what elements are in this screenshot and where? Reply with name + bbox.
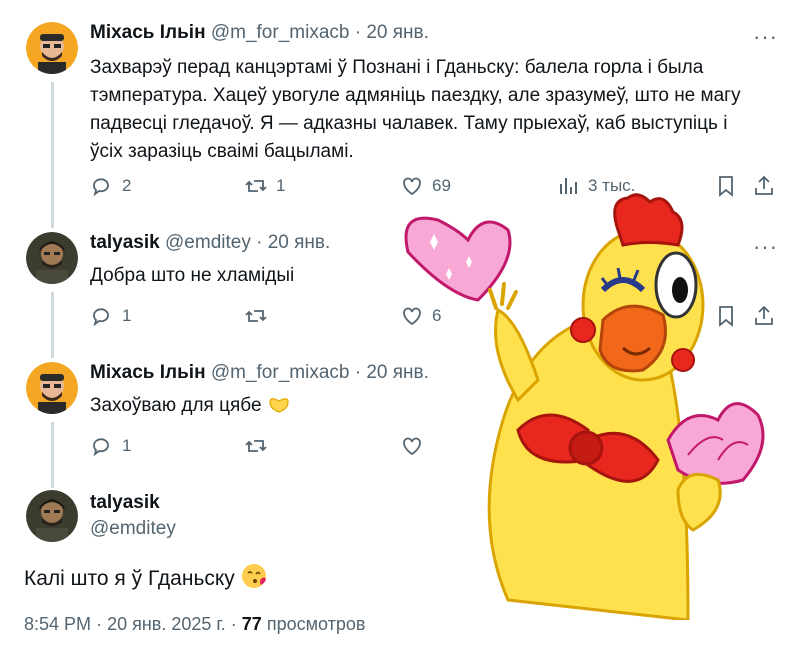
author-name[interactable]: talyasik	[90, 492, 176, 514]
kissing-face-icon	[241, 564, 266, 588]
main-tweet-text-content: Калі што я ў Гданьску	[24, 567, 235, 590]
reply-icon	[93, 308, 109, 327]
tweet-date[interactable]: 20 янв.	[366, 22, 429, 43]
reply-icon	[93, 438, 109, 457]
reply-icon	[93, 178, 109, 197]
reply-button[interactable]: 1	[90, 304, 131, 328]
author-name[interactable]: Міхась Ільін	[90, 22, 206, 43]
author-handle[interactable]: @m_for_mixacb	[211, 362, 350, 383]
repost-icon	[245, 310, 267, 322]
main-tweet-text: Калі што я ў Гданьску	[24, 563, 267, 591]
separator-dot: ·	[96, 614, 103, 634]
separator-dot: ·	[354, 22, 362, 43]
thread-line	[51, 292, 54, 358]
avatar[interactable]	[26, 232, 78, 284]
tweet-header: talyasik @emditey · 20 янв.	[90, 232, 330, 254]
main-tweet-header: talyasik @emditey	[90, 492, 176, 540]
author-handle[interactable]: @emditey	[165, 232, 251, 253]
chicken-sticker-image	[399, 193, 777, 620]
thread-line	[51, 82, 54, 228]
thread-line	[51, 422, 54, 488]
separator-dot: ·	[354, 362, 362, 383]
author-handle[interactable]: @emditey	[90, 518, 176, 540]
author-handle[interactable]: @m_for_mixacb	[211, 22, 350, 43]
reply-button[interactable]: 2	[90, 174, 131, 198]
avatar[interactable]	[26, 22, 78, 74]
author-name[interactable]: Міхась Ільін	[90, 362, 206, 383]
main-tweet-meta: 8:54 PM · 20 янв. 2025 г. · 77 просмотро…	[24, 614, 365, 635]
repost-icon	[245, 440, 267, 452]
reply-count: 1	[122, 306, 132, 325]
tweet-text: Захварэў перад канцэртамі ў Познані і Гд…	[90, 57, 741, 162]
separator-dot: ·	[230, 614, 237, 634]
repost-button[interactable]	[244, 304, 276, 328]
repost-button[interactable]	[244, 434, 276, 458]
avatar[interactable]	[26, 490, 78, 542]
separator-dot: ·	[256, 232, 263, 253]
tweet-date[interactable]: 20 янв.	[268, 232, 331, 253]
more-options-icon[interactable]: ···	[753, 24, 778, 50]
reply-count: 1	[122, 436, 132, 455]
tweet-header: Міхась Ільін @m_for_mixacb · 20 янв.	[90, 362, 429, 384]
repost-button[interactable]: 1	[244, 174, 285, 198]
tweet-header: Міхась Ільін @m_for_mixacb · 20 янв.	[90, 22, 429, 44]
repost-icon	[245, 180, 267, 192]
tweet-text-content: Захоўваю для цябе	[90, 395, 262, 416]
avatar[interactable]	[26, 362, 78, 414]
author-name[interactable]: talyasik	[90, 232, 160, 253]
tweet-time[interactable]: 8:54 PM	[24, 614, 91, 634]
views-count: 77	[241, 614, 262, 634]
repost-count: 1	[276, 176, 286, 195]
views-label: просмотров	[266, 614, 366, 634]
tweet-full-date[interactable]: 20 янв. 2025 г.	[107, 614, 226, 634]
heart-hands-icon	[269, 398, 289, 413]
reply-count: 2	[122, 176, 132, 195]
reply-button[interactable]: 1	[90, 434, 131, 458]
